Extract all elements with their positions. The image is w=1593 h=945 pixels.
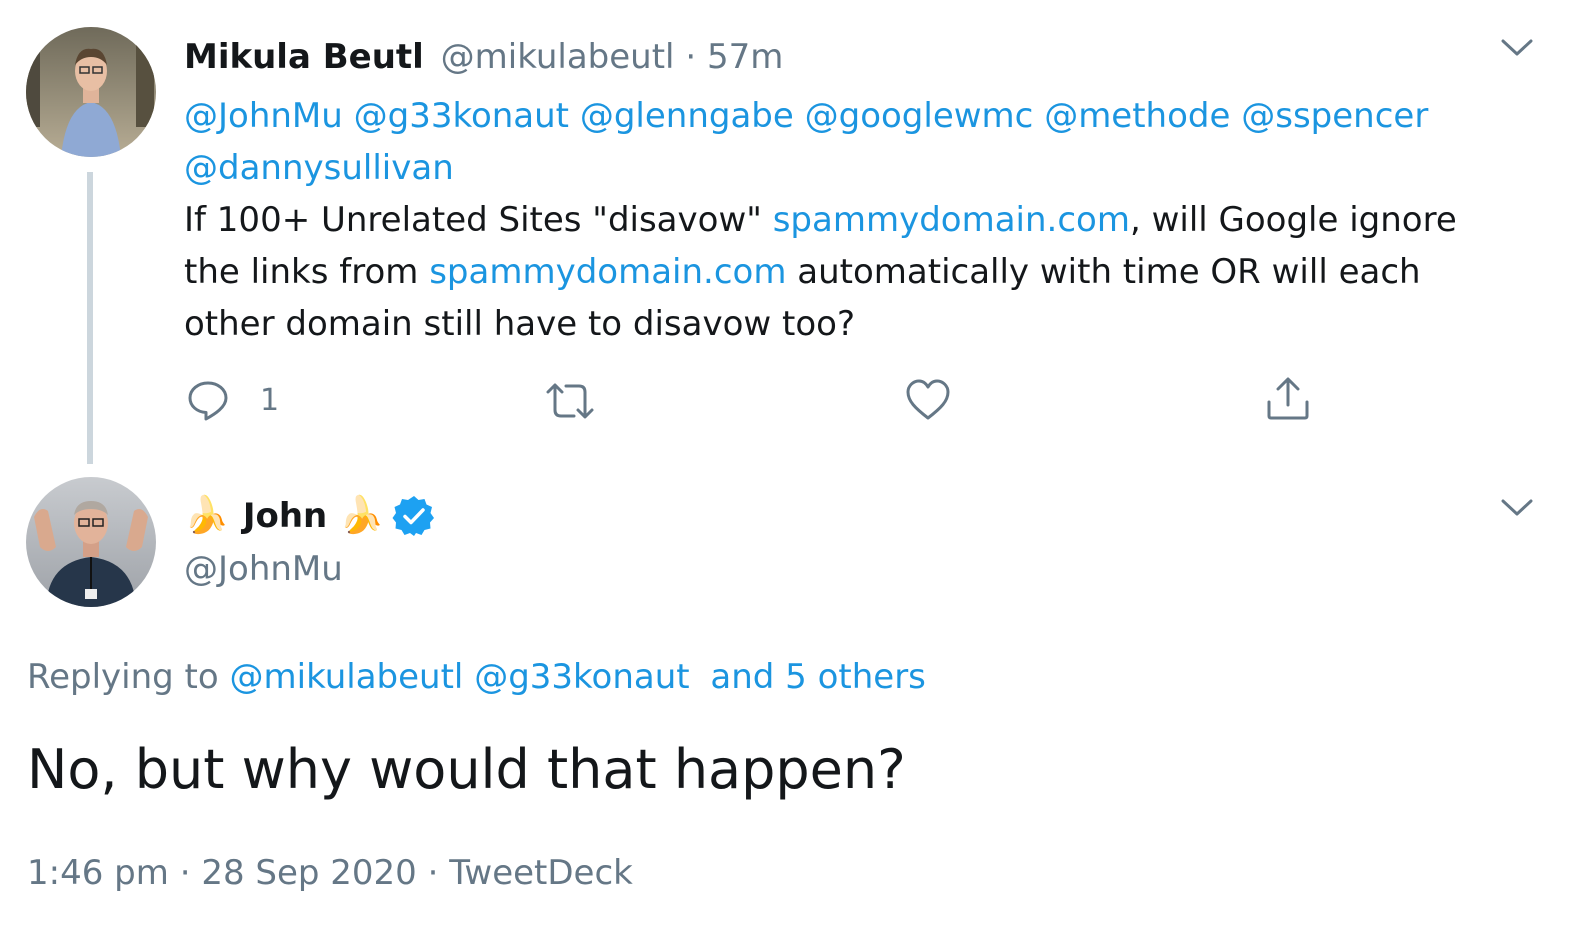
tweet-1-header: Mikula Beutl @mikulabeutl · 57m [184,34,783,80]
verified-badge-icon [392,494,436,538]
author-name[interactable]: John [243,496,327,536]
tweet-2-meta: 1:46 pm · 28 Sep 2020 · TweetDeck [27,850,633,896]
domain-link[interactable]: spammydomain.com [429,252,786,292]
tweet-2-name-row[interactable]: 🍌 John 🍌 [184,492,436,540]
tweet-2-menu-button[interactable] [1500,498,1534,522]
mention-link[interactable]: @g33konaut [354,96,569,136]
body-text: , will Google ignore [1129,200,1457,240]
mention-link[interactable]: @sspencer [1241,96,1428,136]
share-button[interactable] [1265,376,1311,426]
tweet-source[interactable]: TweetDeck [449,853,633,893]
author-handle[interactable]: @mikulabeutl [441,37,675,77]
mention-link[interactable]: @dannysullivan [184,148,454,188]
mentions-line-2: @dannysullivan [184,142,454,194]
share-icon [1267,377,1309,420]
tweet-1-menu-button[interactable] [1500,38,1534,62]
author-handle[interactable]: @JohnMu [184,546,343,592]
body-text: If 100+ Unrelated Sites "disavow" [184,200,773,240]
replying-to-link[interactable]: @mikulabeutl [230,657,464,697]
chevron-down-icon [1501,499,1533,516]
body-text: other domain still have to disavow too? [184,304,855,344]
replying-to-link[interactable]: @g33konaut [474,657,689,697]
body-text: automatically with time OR will each [786,252,1421,292]
domain-link[interactable]: spammydomain.com [773,200,1130,240]
author-name[interactable]: Mikula Beutl [184,37,424,77]
heart-icon [906,379,950,420]
replying-label: Replying to [27,657,219,697]
reply-icon [188,381,228,421]
mention-link[interactable]: @googlewmc [805,96,1034,136]
avatar-mikula[interactable] [26,27,156,157]
mention-link[interactable]: @JohnMu [184,96,343,136]
body-line-1: If 100+ Unrelated Sites "disavow" spammy… [184,194,1457,246]
body-text: the links from [184,252,430,292]
body-line-2: the links from spammydomain.com automati… [184,246,1457,298]
meta-separator: · [427,853,439,893]
avatar-john[interactable] [26,477,156,607]
retweet-button[interactable] [544,380,596,426]
retweet-icon [546,383,594,419]
chevron-down-icon [1501,39,1533,56]
banana-emoji-icon: 🍌 [184,495,229,536]
header-separator: · [685,37,697,77]
body-line-3: other domain still have to disavow too? [184,298,1457,350]
tweet-2-body: No, but why would that happen? [27,738,906,801]
tweet-time[interactable]: 57m [707,37,783,77]
reply-button[interactable]: 1 [186,378,279,422]
tweet-1-body: If 100+ Unrelated Sites "disavow" spammy… [184,194,1457,350]
mention-link[interactable]: @glenngabe [580,96,794,136]
reply-count: 1 [260,382,280,418]
replying-to-line: Replying to @mikulabeutl @g33konaut and … [27,654,926,700]
like-button[interactable] [905,378,951,426]
tweet-time[interactable]: 1:46 pm [27,853,169,893]
others-link[interactable]: and 5 others [710,657,926,697]
tweet-date[interactable]: 28 Sep 2020 [201,853,417,893]
meta-separator: · [179,853,191,893]
banana-emoji-icon: 🍌 [339,495,385,536]
mention-link[interactable]: @methode [1044,96,1230,136]
avatar-mikula-image [26,27,156,157]
mentions-line-1: @JohnMu @g33konaut @glenngabe @googlewmc… [184,90,1428,142]
avatar-john-image [26,477,156,607]
thread-line [87,172,93,464]
